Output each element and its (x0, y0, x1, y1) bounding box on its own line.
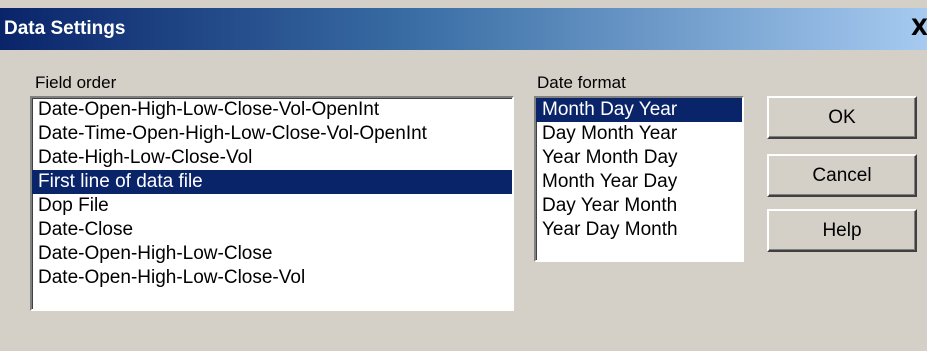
cancel-button[interactable]: Cancel (767, 154, 917, 197)
date-format-item[interactable]: Year Month Day (536, 146, 742, 170)
ok-button[interactable]: OK (767, 96, 917, 139)
field-order-item[interactable]: Date-Open-High-Low-Close-Vol-OpenInt (32, 98, 512, 122)
date-format-item[interactable]: Day Month Year (536, 122, 742, 146)
field-order-item[interactable]: Date-Open-High-Low-Close (32, 242, 512, 266)
field-order-label: Field order (35, 73, 117, 92)
field-order-item[interactable]: Date-High-Low-Close-Vol (32, 146, 512, 170)
data-settings-dialog: Data Settings X Field order Date-Open-Hi… (0, 0, 927, 351)
field-order-item[interactable]: Date-Time-Open-High-Low-Close-Vol-OpenIn… (32, 122, 512, 146)
field-order-item[interactable]: Date-Close (32, 218, 512, 242)
help-button[interactable]: Help (767, 209, 917, 252)
field-order-item[interactable]: Dop File (32, 194, 512, 218)
date-format-listbox[interactable]: Month Day Year Day Month Year Year Month… (534, 96, 744, 262)
field-order-item[interactable]: First line of data file (32, 170, 512, 194)
date-format-item[interactable]: Day Year Month (536, 194, 742, 218)
close-icon[interactable]: X (911, 18, 927, 42)
date-format-label: Date format (537, 73, 626, 92)
dialog-title: Data Settings (4, 18, 126, 39)
date-format-item[interactable]: Month Year Day (536, 170, 742, 194)
date-format-item[interactable]: Month Day Year (536, 98, 742, 122)
date-format-item[interactable]: Year Day Month (536, 218, 742, 242)
field-order-listbox[interactable]: Date-Open-High-Low-Close-Vol-OpenInt Dat… (30, 96, 514, 311)
field-order-item[interactable]: Date-Open-High-Low-Close-Vol (32, 266, 512, 290)
title-bar[interactable]: Data Settings X (0, 8, 927, 50)
